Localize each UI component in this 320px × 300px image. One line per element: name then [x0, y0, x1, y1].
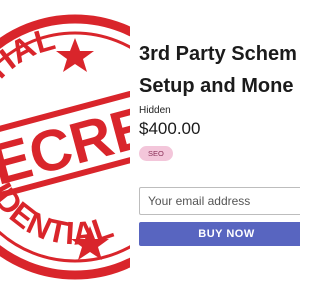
- email-field[interactable]: [139, 187, 300, 215]
- buy-now-button[interactable]: BUY NOW: [139, 222, 300, 246]
- stamp-main-text: SECRET: [0, 84, 130, 208]
- category-tag[interactable]: SEO: [139, 146, 173, 161]
- product-title-line: 3rd Party Schem: [139, 43, 297, 65]
- product-price: $400.00: [139, 119, 201, 138]
- product-info: 3rd Party Schem Setup and Mone Hidden $4…: [139, 0, 300, 300]
- stamp-star-icon: [56, 38, 94, 72]
- product-title-line: Setup and Mone: [139, 75, 294, 97]
- confidential-stamp-graphic: DENTIAL FIDENTIAL SECRET: [0, 14, 130, 280]
- product-image: DENTIAL FIDENTIAL SECRET: [0, 0, 130, 300]
- product-sku: Hidden: [139, 105, 171, 116]
- product-title[interactable]: 3rd Party Schem Setup and Mone: [139, 38, 300, 102]
